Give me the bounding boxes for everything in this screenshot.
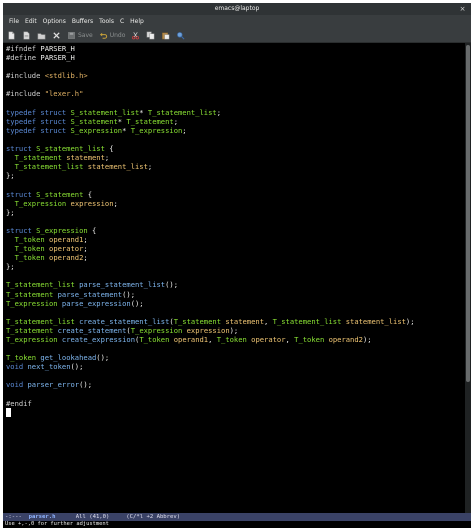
code-line[interactable]: T_token operand2; xyxy=(6,253,415,262)
echo-area: Use +,-,0 for further adjustment xyxy=(3,521,471,528)
code-line[interactable]: #include <stdlib.h> xyxy=(6,71,415,80)
menu-help[interactable]: Help xyxy=(127,15,147,28)
close-window-button[interactable]: × xyxy=(459,6,466,13)
open-file-icon xyxy=(23,31,30,39)
code-line[interactable]: T_token operator; xyxy=(6,244,415,253)
code-line[interactable]: #endif xyxy=(6,399,415,408)
modeline-status: -:--- xyxy=(5,514,29,520)
save-icon xyxy=(68,31,75,39)
modeline-position: All (41,0) xyxy=(55,514,127,520)
menu-c[interactable]: C xyxy=(117,15,127,28)
code-line[interactable]: T_statement_list statement_list; xyxy=(6,162,415,171)
menu-bar: File Edit Options Buffers Tools C Help xyxy=(3,15,471,28)
code-line[interactable]: struct S_expression { xyxy=(6,226,415,235)
menu-edit[interactable]: Edit xyxy=(22,15,40,28)
search-icon xyxy=(177,31,185,39)
cut-button[interactable] xyxy=(131,29,140,42)
code-line[interactable] xyxy=(6,390,415,399)
code-text[interactable]: #ifndef PARSER_H #define PARSER_H #includ… xyxy=(6,44,415,417)
title-bar[interactable]: emacs@laptop × xyxy=(3,3,471,15)
cut-icon xyxy=(132,31,140,39)
code-line[interactable] xyxy=(6,371,415,380)
code-line[interactable]: void next_token(); xyxy=(6,362,415,371)
code-line[interactable]: #define PARSER_H xyxy=(6,53,415,62)
emacs-window: emacs@laptop × File Edit Options Buffers… xyxy=(3,3,471,528)
menu-options[interactable]: Options xyxy=(40,15,69,28)
code-line[interactable] xyxy=(6,308,415,317)
code-line[interactable]: struct S_statement { xyxy=(6,190,415,199)
new-file-button[interactable] xyxy=(7,29,16,42)
save-button[interactable]: Save xyxy=(67,29,93,42)
code-line[interactable]: void parser_error(); xyxy=(6,380,415,389)
code-line[interactable]: typedef struct S_statement* T_statement; xyxy=(6,117,415,126)
undo-button[interactable]: Undo xyxy=(99,29,126,42)
mode-line: -:--- parser.h All (41,0) (C/*l +2 Abbre… xyxy=(3,513,471,521)
code-line[interactable]: }; xyxy=(6,208,415,217)
menu-file[interactable]: File xyxy=(6,15,22,28)
code-line[interactable]: T_expression parse_expression(); xyxy=(6,299,415,308)
code-line[interactable] xyxy=(6,271,415,280)
code-line[interactable]: }; xyxy=(6,262,415,271)
code-line[interactable]: typedef struct S_expression* T_expressio… xyxy=(6,126,415,135)
code-line[interactable]: T_statement_list create_statement_list(T… xyxy=(6,317,415,326)
code-line[interactable] xyxy=(6,180,415,189)
code-line[interactable]: #ifndef PARSER_H xyxy=(6,44,415,53)
copy-button[interactable] xyxy=(146,29,155,42)
code-line[interactable] xyxy=(6,217,415,226)
menu-buffers[interactable]: Buffers xyxy=(69,15,96,28)
editor-buffer[interactable]: #ifndef PARSER_H #define PARSER_H #includ… xyxy=(3,43,465,513)
code-line[interactable]: T_expression create_expression(T_token o… xyxy=(6,335,415,344)
code-line[interactable]: }; xyxy=(6,171,415,180)
open-directory-icon xyxy=(37,32,46,39)
undo-icon xyxy=(99,32,107,39)
paste-icon xyxy=(162,32,170,39)
vertical-scrollbar[interactable] xyxy=(465,43,471,513)
undo-label: Undo xyxy=(109,31,126,39)
code-line[interactable] xyxy=(6,80,415,89)
scrollbar-thumb[interactable] xyxy=(466,45,470,382)
code-line[interactable]: T_token get_lookahead(); xyxy=(6,353,415,362)
open-file-button[interactable] xyxy=(22,29,31,42)
code-line[interactable]: T_statement create_statement(T_expressio… xyxy=(6,326,415,335)
code-line[interactable] xyxy=(6,62,415,71)
code-line[interactable] xyxy=(6,99,415,108)
tool-bar: Save Undo xyxy=(3,28,471,43)
code-line[interactable]: #include "lexer.h" xyxy=(6,89,415,98)
new-file-icon xyxy=(8,31,15,39)
text-cursor xyxy=(6,407,11,417)
open-directory-button[interactable] xyxy=(37,29,46,42)
paste-button[interactable] xyxy=(161,29,170,42)
search-button[interactable] xyxy=(176,29,185,42)
cursor-line[interactable] xyxy=(6,407,415,417)
code-line[interactable]: typedef struct S_statement_list* T_state… xyxy=(6,108,415,117)
code-line[interactable]: T_expression expression; xyxy=(6,199,415,208)
close-buffer-icon xyxy=(53,31,60,39)
code-line[interactable] xyxy=(6,135,415,144)
code-line[interactable]: struct S_statement_list { xyxy=(6,144,415,153)
menu-tools[interactable]: Tools xyxy=(96,15,117,28)
code-line[interactable]: T_token operand1; xyxy=(6,235,415,244)
save-label: Save xyxy=(78,31,93,39)
window-title: emacs@laptop xyxy=(214,5,260,12)
close-buffer-button[interactable] xyxy=(52,29,61,42)
modeline-modes[interactable]: (C/*l +2 Abbrev) xyxy=(126,513,180,521)
code-line[interactable]: T_statement statement; xyxy=(6,153,415,162)
copy-icon xyxy=(147,31,155,39)
code-line[interactable] xyxy=(6,344,415,353)
code-line[interactable]: T_statement parse_statement(); xyxy=(6,290,415,299)
code-line[interactable]: T_statement_list parse_statement_list(); xyxy=(6,280,415,289)
modeline-buffer-name[interactable]: parser.h xyxy=(29,513,56,521)
